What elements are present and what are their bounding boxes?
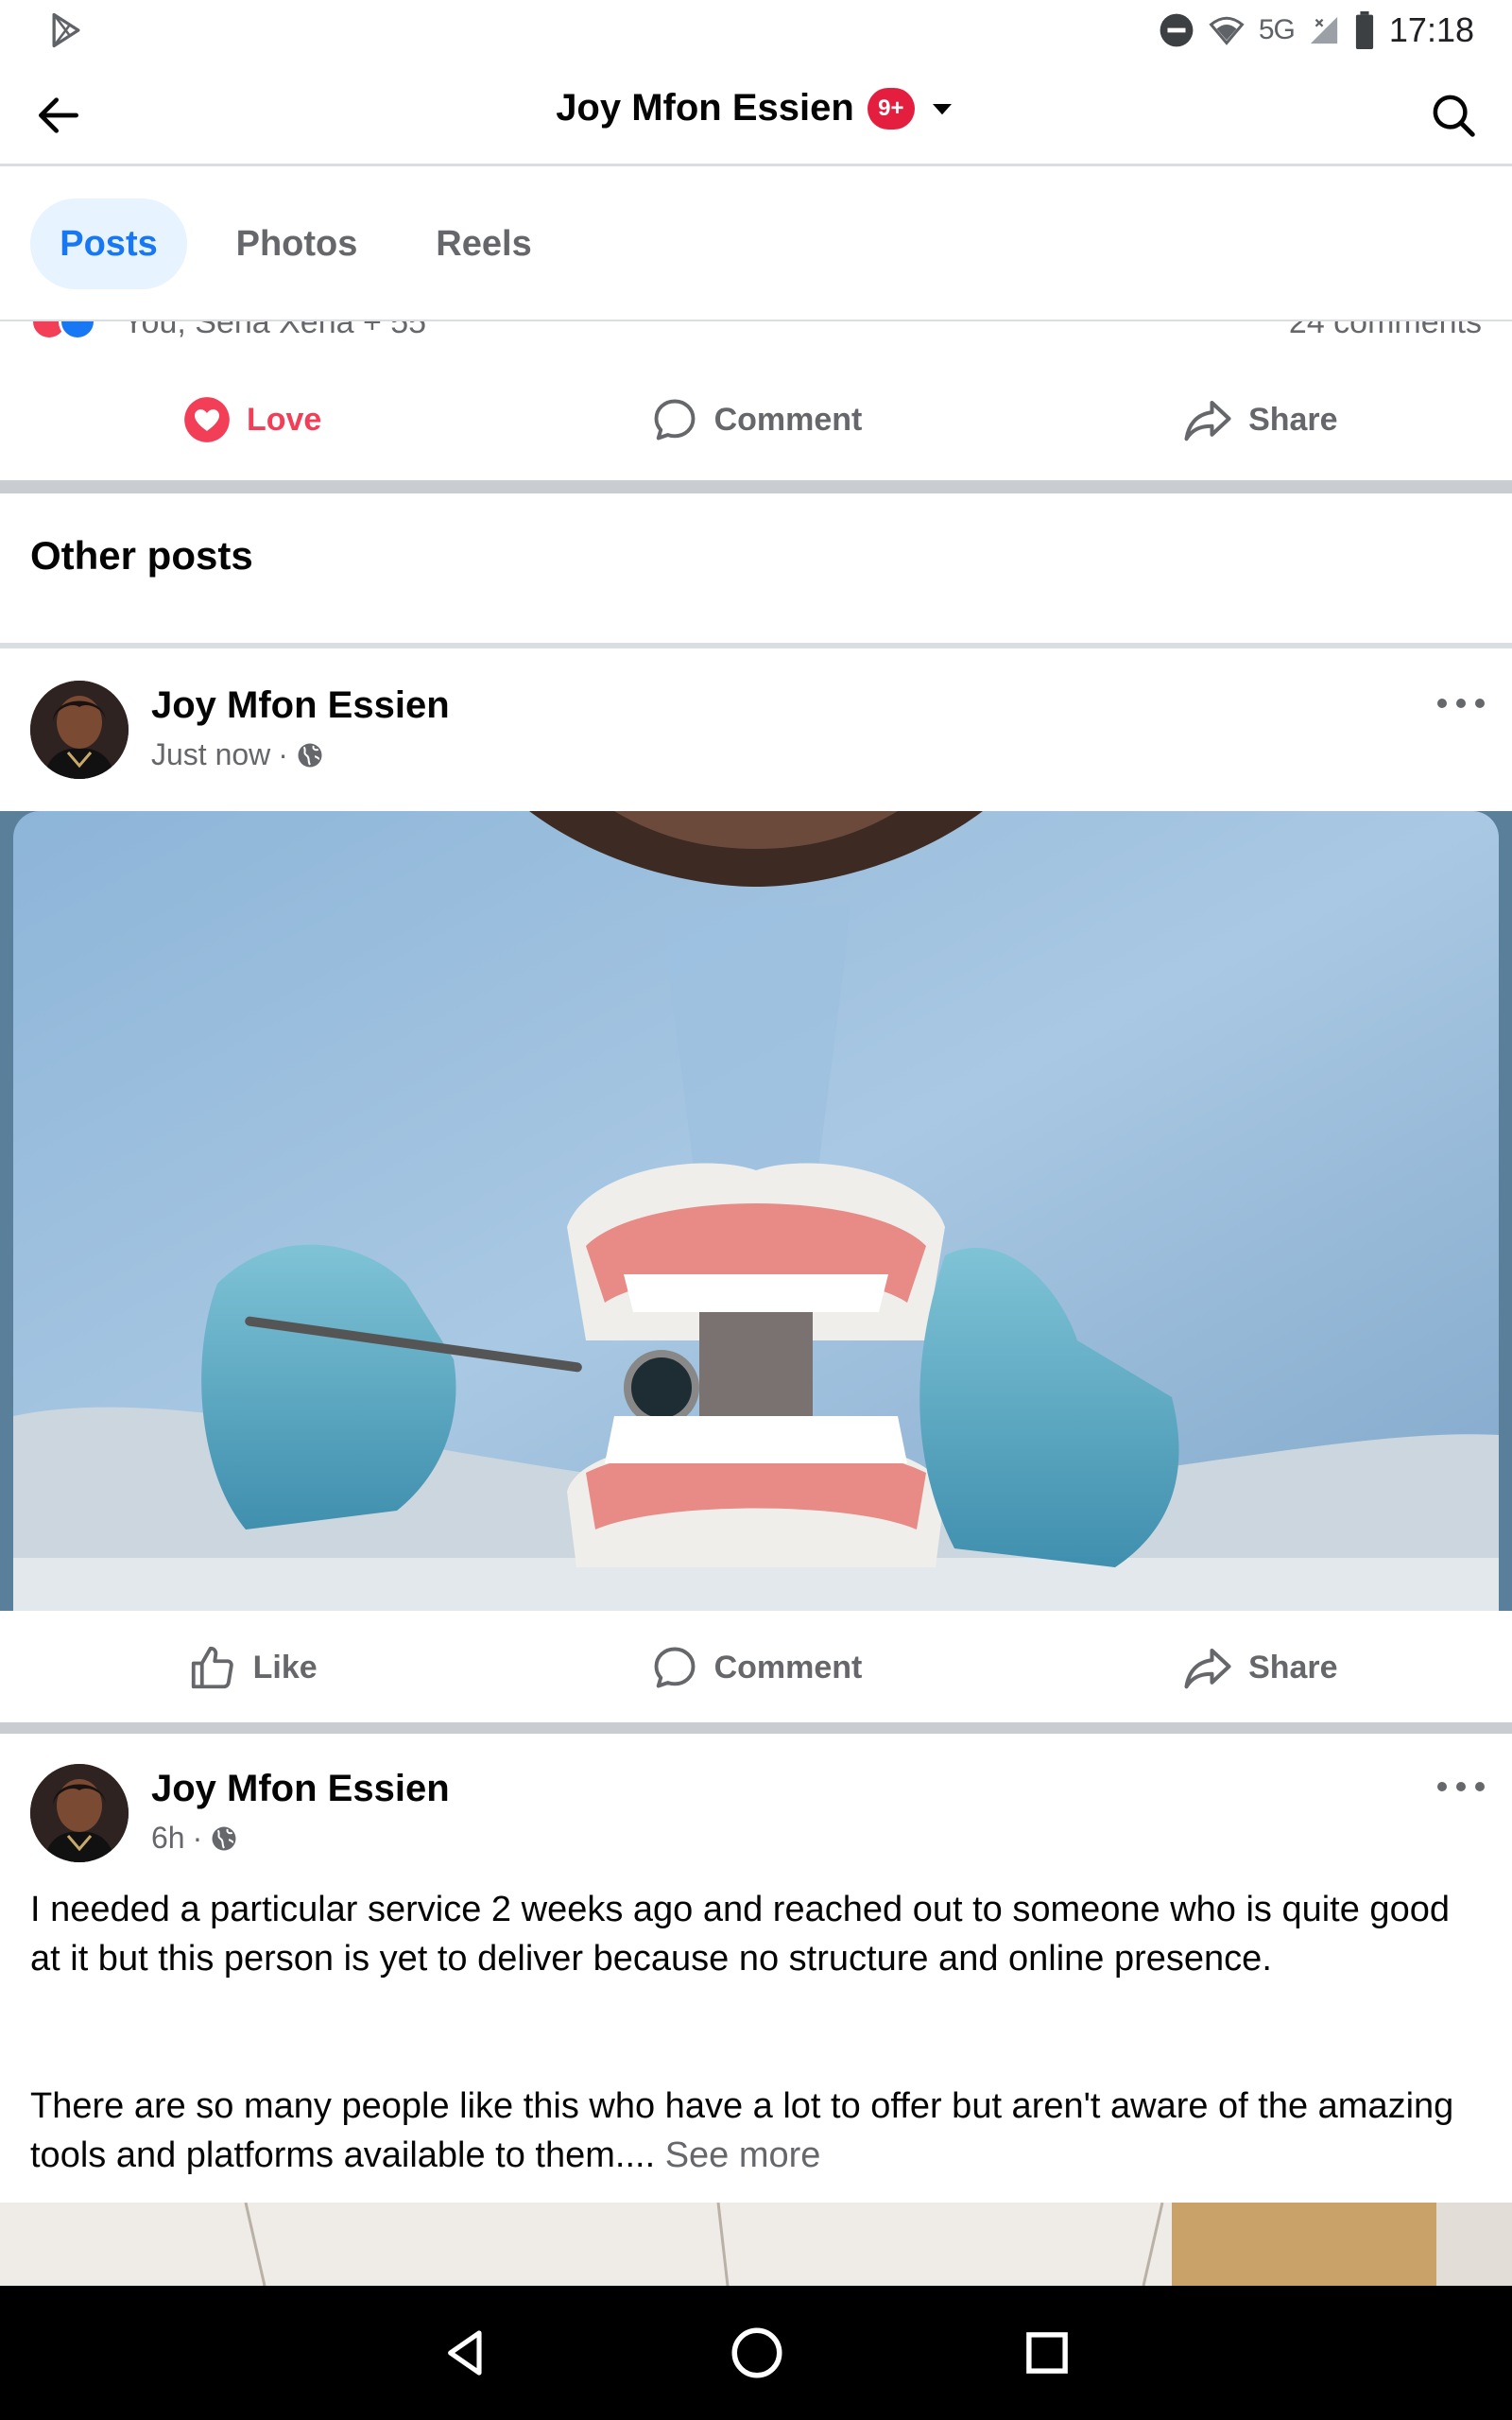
comment-icon [654,1647,696,1688]
share-icon [1184,1648,1231,1689]
share-icon [1184,400,1231,441]
signal-icon [1310,16,1338,44]
share-button[interactable]: Share [1008,1611,1512,1724]
comment-icon [654,399,696,441]
post-header: Joy Mfon Essien 6h · [0,1764,1512,1877]
like-reaction-icon [59,321,96,340]
notification-badge: 9+ [867,87,915,130]
comment-label: Comment [713,401,863,438]
wifi-icon [1209,16,1245,45]
previous-post-actions: Love Comment Share [0,363,1512,476]
reactions-text: You, Sena Xena + 55 [123,321,427,340]
share-label: Share [1248,401,1338,438]
network-label: 5G [1258,14,1296,45]
recents-nav-icon[interactable] [1022,2327,1073,2378]
meta-separator: · [278,737,288,771]
search-button[interactable] [1423,85,1484,146]
love-icon [184,397,230,442]
meta-separator: · [192,1821,203,1855]
system-navigation-bar [0,2286,1512,2420]
status-bar: 5G 17:18 [0,0,1512,60]
see-more-link[interactable]: See more [665,2135,821,2175]
battery-icon [1355,11,1373,49]
photo-preview [0,2203,1512,2286]
post-divider [0,1722,1512,1734]
like-label: Like [252,1649,318,1685]
comments-count[interactable]: 24 comments [1289,321,1482,341]
comment-button[interactable]: Comment [504,363,1007,476]
section-divider [0,480,1512,493]
post-actions: Like Comment Share [0,1611,1512,1724]
avatar[interactable] [30,1764,129,1862]
post-meta: 6h · [151,1821,238,1856]
back-nav-icon[interactable] [439,2326,492,2379]
reactions-summary[interactable]: You, Sena Xena + 55 24 comments [0,321,1512,344]
post-text-paragraph: There are so many people like this who h… [30,2082,1486,2180]
post-options-button[interactable] [1433,684,1489,722]
post-meta: Just now · [151,737,324,772]
page-title: Joy Mfon Essien [556,87,854,129]
post-photo[interactable] [0,2203,1512,2286]
post-photo[interactable] [0,811,1512,1611]
post-author[interactable]: Joy Mfon Essien [151,1768,450,1810]
profile-switcher[interactable]: Joy Mfon Essien 9+ [0,87,1512,130]
comment-button[interactable]: Comment [504,1611,1007,1724]
avatar[interactable] [30,681,129,779]
clock: 17:18 [1388,10,1474,49]
post-text-paragraph: I needed a particular service 2 weeks ag… [30,1890,1450,1979]
love-label: Love [246,401,322,438]
do-not-disturb-icon [1160,13,1194,47]
post-time[interactable]: 6h [151,1821,185,1856]
home-nav-icon[interactable] [729,2325,785,2381]
play-store-icon [52,12,80,48]
dental-model-photo [0,811,1512,1611]
more-options-icon [1437,1782,1485,1791]
like-button[interactable]: Like [0,1611,504,1724]
post-time[interactable]: Just now [151,737,270,772]
chevron-down-icon [932,103,952,114]
profile-header: Joy Mfon Essien 9+ [0,60,1512,166]
post-author[interactable]: Joy Mfon Essien [151,684,450,727]
post-options-button[interactable] [1433,1768,1489,1806]
profile-tabs: Posts Photos Reels [0,166,1512,321]
like-icon [191,1646,233,1689]
tab-photos[interactable]: Photos [215,199,378,289]
tab-reels[interactable]: Reels [406,199,561,289]
more-options-icon [1437,699,1485,708]
love-button[interactable]: Love [0,363,504,476]
other-posts-heading: Other posts [30,533,253,578]
search-icon [1433,95,1475,137]
comment-label: Comment [713,1649,863,1685]
share-button[interactable]: Share [1008,363,1512,476]
globe-icon [212,1826,236,1850]
post-header: Joy Mfon Essien Just now · [0,681,1512,794]
share-label: Share [1248,1649,1338,1685]
section-divider [0,643,1512,648]
globe-icon [298,743,322,767]
tab-posts[interactable]: Posts [30,199,187,289]
